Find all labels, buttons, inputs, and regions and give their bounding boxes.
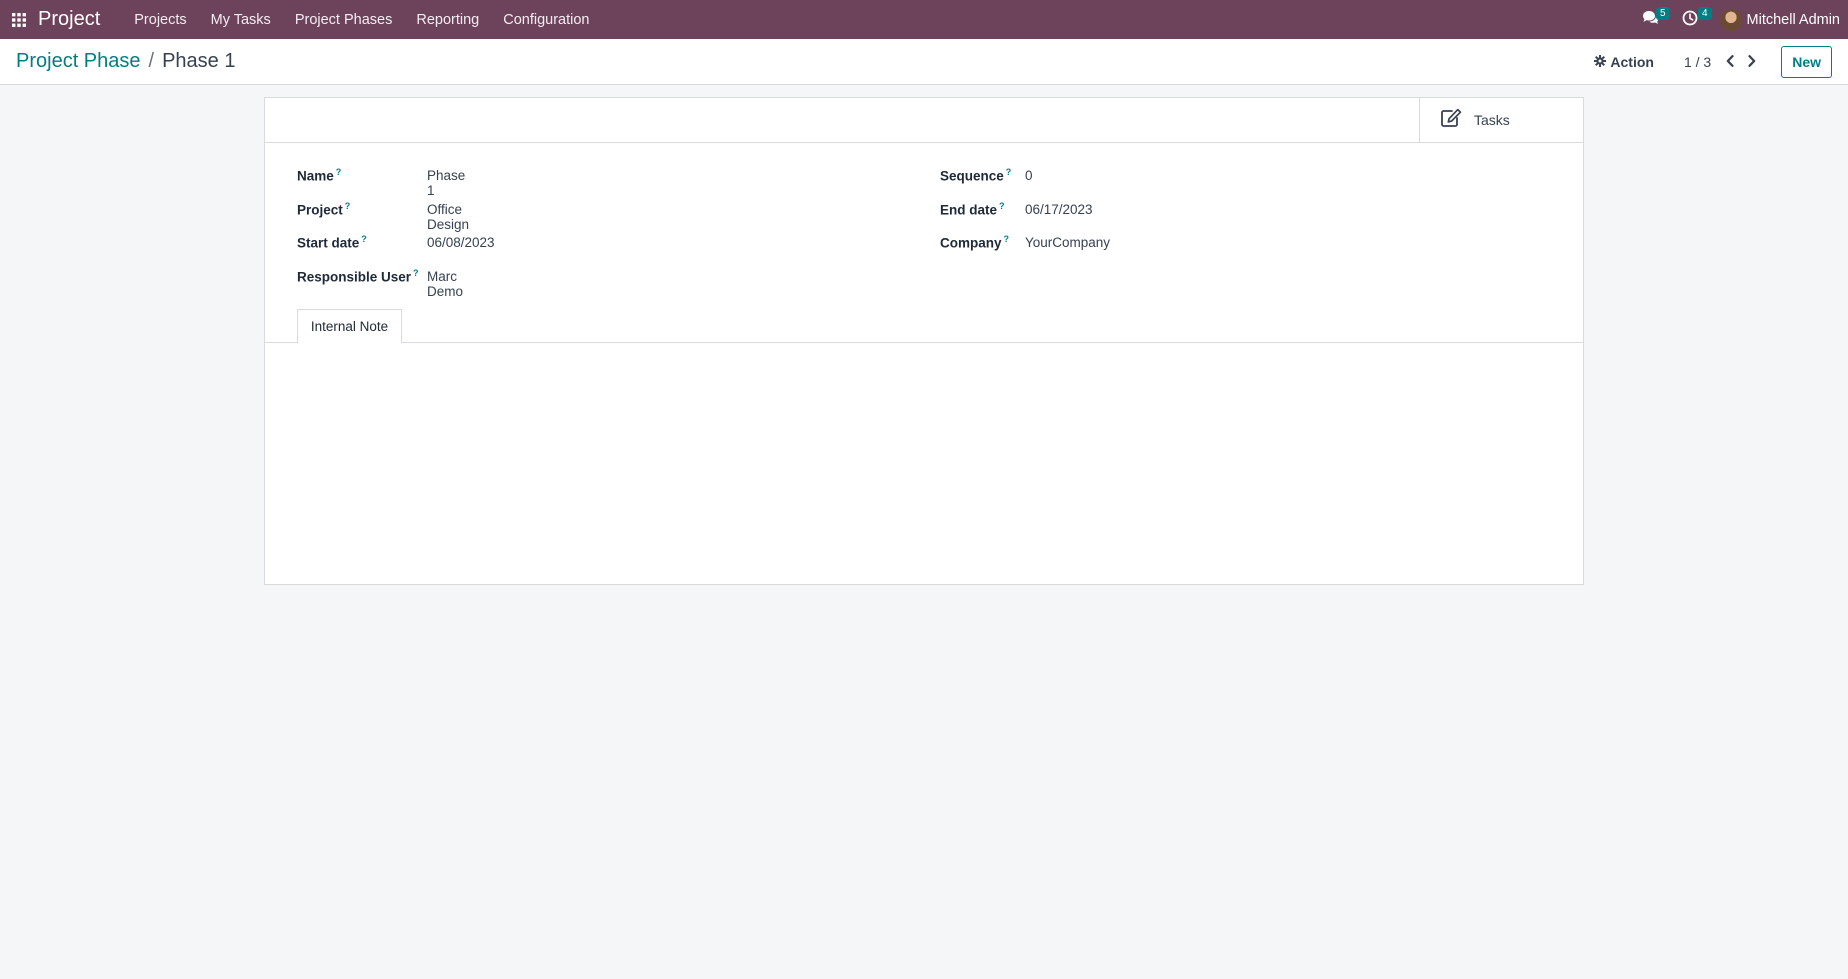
main-navbar: Project Projects My Tasks Project Phases…	[0, 0, 1848, 39]
menu-projects[interactable]: Projects	[122, 0, 198, 39]
help-tooltip-icon[interactable]: ?	[361, 234, 367, 244]
gear-icon	[1594, 54, 1607, 70]
start-date-value[interactable]: 06/08/2023	[427, 235, 495, 250]
activities-systray[interactable]: 4	[1672, 0, 1714, 39]
field-label-sequence: Sequence?	[940, 167, 1012, 184]
activities-count-badge: 4	[1697, 7, 1712, 20]
field-label-end-date: End date?	[940, 201, 1005, 218]
field-label-company: Company?	[940, 234, 1010, 251]
apps-grid-icon[interactable]	[0, 0, 38, 39]
user-name: Mitchell Admin	[1746, 11, 1840, 28]
responsible-user-value[interactable]: Marc Demo	[427, 269, 463, 299]
menu-project-phases[interactable]: Project Phases	[283, 0, 405, 39]
action-label: Action	[1610, 54, 1654, 70]
field-label-project: Project?	[297, 201, 351, 218]
end-date-value[interactable]: 06/17/2023	[1025, 202, 1093, 217]
project-value[interactable]: Office Design	[427, 202, 469, 232]
user-menu[interactable]: Mitchell Admin	[1714, 0, 1848, 39]
breadcrumb: Project Phase / Phase 1	[16, 50, 235, 73]
field-label-name: Name?	[297, 167, 342, 184]
tab-internal-note[interactable]: Internal Note	[297, 309, 402, 344]
chevron-right-icon	[1747, 54, 1757, 71]
help-tooltip-icon[interactable]: ?	[1006, 167, 1012, 177]
name-value[interactable]: Phase 1	[427, 168, 465, 198]
new-button[interactable]: New	[1781, 46, 1832, 78]
field-end-date: End date? 06/17/2023	[940, 201, 1093, 218]
pager-next-button[interactable]	[1741, 47, 1763, 77]
company-value[interactable]: YourCompany	[1025, 235, 1110, 250]
field-label-start-date: Start date?	[297, 234, 367, 251]
help-tooltip-icon[interactable]: ?	[345, 201, 351, 211]
tasks-smart-button[interactable]: Tasks	[1419, 98, 1583, 142]
help-tooltip-icon[interactable]: ?	[413, 268, 419, 278]
sequence-value[interactable]: 0	[1025, 168, 1033, 183]
field-project: Project? Office Design	[297, 201, 469, 232]
clock-icon	[1682, 10, 1698, 30]
avatar	[1719, 8, 1742, 31]
edit-square-icon	[1440, 108, 1462, 132]
field-sequence: Sequence? 0	[940, 167, 1033, 184]
menu-reporting[interactable]: Reporting	[404, 0, 491, 39]
tasks-smart-button-label: Tasks	[1474, 112, 1510, 128]
breadcrumb-current: Phase 1	[162, 50, 236, 72]
field-label-responsible-user: Responsible User?	[297, 268, 419, 285]
field-responsible-user: Responsible User? Marc Demo	[297, 268, 463, 299]
chevron-left-icon	[1725, 54, 1735, 71]
breadcrumb-parent-link[interactable]: Project Phase	[16, 50, 141, 73]
button-box: Tasks	[265, 98, 1583, 143]
field-company: Company? YourCompany	[940, 234, 1110, 251]
messages-count-badge: 5	[1655, 7, 1670, 20]
field-name: Name? Phase 1	[297, 167, 465, 198]
field-start-date: Start date? 06/08/2023	[297, 234, 495, 251]
notebook-tabs: Internal Note	[265, 309, 1583, 344]
messages-systray[interactable]: 5	[1632, 0, 1672, 39]
control-panel: Project Phase / Phase 1 Action 1 / 3 New	[0, 39, 1848, 85]
internal-note-editor[interactable]	[265, 344, 1583, 584]
menu-my-tasks[interactable]: My Tasks	[199, 0, 283, 39]
pager-value[interactable]: 1 / 3	[1684, 54, 1711, 70]
menu-configuration[interactable]: Configuration	[491, 0, 601, 39]
breadcrumb-separator: /	[148, 50, 155, 72]
help-tooltip-icon[interactable]: ?	[336, 167, 342, 177]
pager-previous-button[interactable]	[1719, 47, 1741, 77]
app-brand[interactable]: Project	[38, 8, 100, 31]
action-menu-button[interactable]: Action	[1586, 47, 1662, 77]
form-sheet: Tasks Name? Phase 1 Project? Office Desi…	[264, 97, 1584, 585]
help-tooltip-icon[interactable]: ?	[999, 201, 1005, 211]
help-tooltip-icon[interactable]: ?	[1004, 234, 1010, 244]
